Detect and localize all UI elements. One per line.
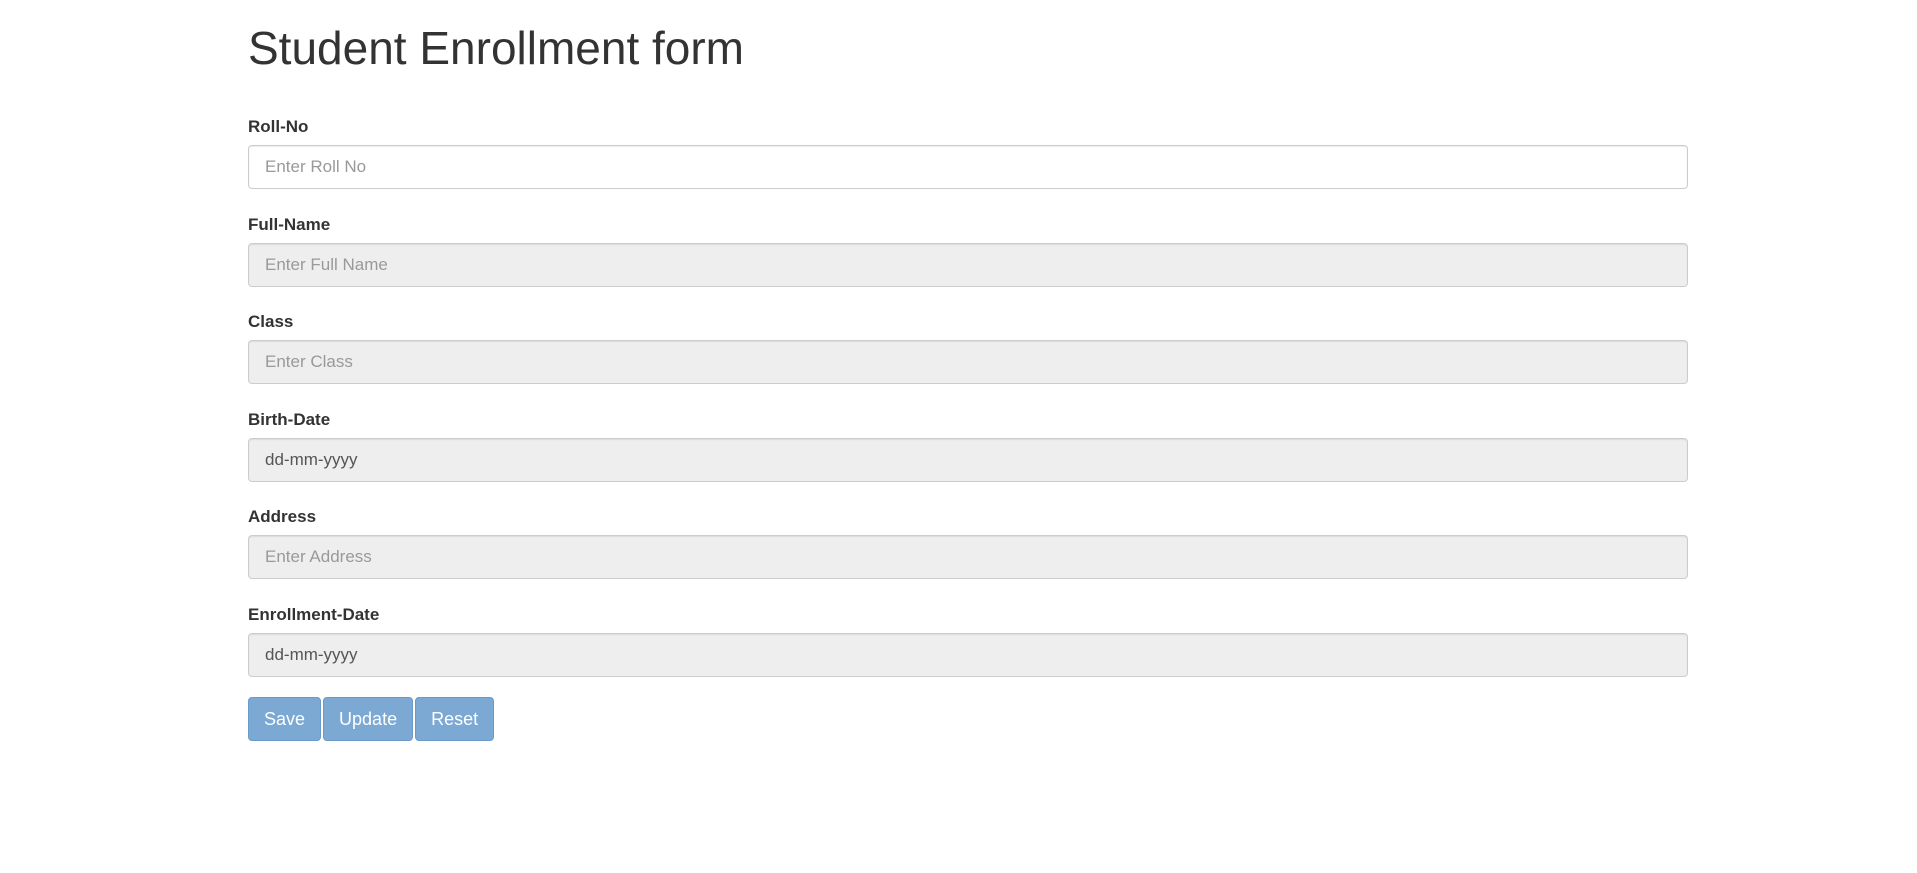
- reset-button[interactable]: Reset: [415, 697, 495, 741]
- save-button[interactable]: Save: [248, 697, 322, 741]
- enrollment-date-label: Enrollment-Date: [248, 605, 380, 624]
- birth-date-input[interactable]: [248, 438, 1688, 482]
- update-button[interactable]: Update: [323, 697, 414, 741]
- enrollment-form-container: Student Enrollment form Roll-No Full-Nam…: [248, 0, 1688, 741]
- class-input[interactable]: [248, 340, 1688, 384]
- full-name-input[interactable]: [248, 243, 1688, 287]
- button-row: Save Update Reset: [248, 697, 496, 741]
- birth-date-group: Birth-Date: [248, 410, 1688, 482]
- class-group: Class: [248, 312, 1688, 384]
- address-input[interactable]: [248, 535, 1688, 579]
- address-group: Address: [248, 507, 1688, 579]
- class-label: Class: [248, 312, 294, 331]
- roll-no-group: Roll-No: [248, 117, 1688, 189]
- full-name-group: Full-Name: [248, 215, 1688, 287]
- enrollment-date-input[interactable]: [248, 633, 1688, 677]
- roll-no-input[interactable]: [248, 145, 1688, 189]
- birth-date-label: Birth-Date: [248, 410, 331, 429]
- full-name-label: Full-Name: [248, 215, 331, 234]
- address-label: Address: [248, 507, 317, 526]
- roll-no-label: Roll-No: [248, 117, 309, 136]
- enrollment-date-group: Enrollment-Date: [248, 605, 1688, 677]
- page-title: Student Enrollment form: [248, 22, 745, 74]
